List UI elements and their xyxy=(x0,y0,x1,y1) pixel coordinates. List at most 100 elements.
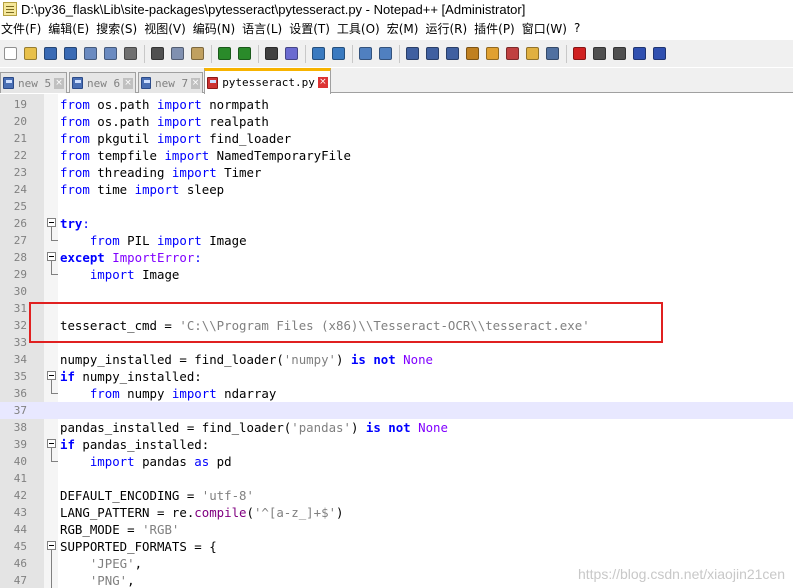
language-button[interactable] xyxy=(463,44,482,63)
code-token: pkgutil xyxy=(89,131,157,146)
show-all-chars-button[interactable] xyxy=(423,44,442,63)
save-all-button[interactable] xyxy=(61,44,80,63)
menu-item-12[interactable]: ? xyxy=(574,21,587,35)
save-macro-button[interactable] xyxy=(650,44,669,63)
code-line-35[interactable]: 35 if numpy_installed: xyxy=(0,368,793,385)
code-token: import xyxy=(89,267,135,282)
code-line-43[interactable]: 43 LANG_PATTERN = re.compile('^[a-z_]+$') xyxy=(0,504,793,521)
doc-map-button[interactable] xyxy=(483,44,502,63)
menu-item-5[interactable]: 语言(L) xyxy=(242,20,289,37)
code-line-25[interactable]: 25 xyxy=(0,198,793,215)
word-wrap-icon xyxy=(406,47,419,60)
sync-vertical-button[interactable] xyxy=(356,44,375,63)
cut-button[interactable] xyxy=(148,44,167,63)
zoom-out-button[interactable] xyxy=(329,44,348,63)
menu-item-7[interactable]: 工具(O) xyxy=(337,20,387,37)
fold-toggle-icon[interactable] xyxy=(47,252,56,261)
sync-horizontal-button[interactable] xyxy=(376,44,395,63)
code-line-21[interactable]: 21 from pkgutil import find_loader xyxy=(0,130,793,147)
save-button[interactable] xyxy=(41,44,60,63)
code-editor[interactable]: 19 from os.path import normpath 20 from os.… xyxy=(0,94,793,588)
code-line-19[interactable]: 19 from os.path import normpath xyxy=(0,96,793,113)
code-line-27[interactable]: 27 from PIL import Image xyxy=(0,232,793,249)
fold-toggle-icon[interactable] xyxy=(47,371,56,380)
toolbar-separator xyxy=(352,44,353,63)
code-line-45[interactable]: 45 SUPPORTED_FORMATS = { xyxy=(0,538,793,555)
code-line-40[interactable]: 40 import pandas as pd xyxy=(0,453,793,470)
open-file-button[interactable] xyxy=(21,44,40,63)
close-all-button[interactable] xyxy=(101,44,120,63)
stop-record-button[interactable] xyxy=(590,44,609,63)
paste-button[interactable] xyxy=(188,44,207,63)
menu-item-3[interactable]: 视图(V) xyxy=(144,20,193,37)
new-file-button[interactable] xyxy=(1,44,20,63)
menu-item-1[interactable]: 编辑(E) xyxy=(48,20,96,37)
saved-file-icon xyxy=(141,77,152,89)
copy-button[interactable] xyxy=(168,44,187,63)
function-list-button[interactable] xyxy=(503,44,522,63)
code-line-36[interactable]: 36 from numpy import ndarray xyxy=(0,385,793,402)
code-text: if numpy_installed: xyxy=(60,368,202,385)
code-line-37[interactable]: 37 xyxy=(0,402,793,419)
code-line-22[interactable]: 22 from tempfile import NamedTemporaryFil… xyxy=(0,147,793,164)
code-line-30[interactable]: 30 xyxy=(0,283,793,300)
play-multiple-button[interactable] xyxy=(630,44,649,63)
print-button[interactable] xyxy=(121,44,140,63)
tab-label: new 6 xyxy=(86,76,121,90)
code-line-23[interactable]: 23 from threading import Timer xyxy=(0,164,793,181)
code-line-38[interactable]: 38 pandas_installed = find_loader('pandas… xyxy=(0,419,793,436)
tab-close-icon[interactable]: × xyxy=(54,77,64,89)
record-macro-button[interactable] xyxy=(570,44,589,63)
code-token: pandas xyxy=(134,454,195,469)
tab-new-5[interactable]: new 5 × xyxy=(0,72,67,93)
code-line-29[interactable]: 29 import Image xyxy=(0,266,793,283)
replace-button[interactable] xyxy=(282,44,301,63)
menu-item-0[interactable]: 文件(F) xyxy=(0,20,48,37)
monitor-button[interactable] xyxy=(543,44,562,63)
menu-item-8[interactable]: 宏(M) xyxy=(387,20,426,37)
find-button[interactable] xyxy=(262,44,281,63)
fold-toggle-icon[interactable] xyxy=(47,541,56,550)
code-line-24[interactable]: 24 from time import sleep xyxy=(0,181,793,198)
fold-toggle-icon[interactable] xyxy=(47,439,56,448)
undo-button[interactable] xyxy=(215,44,234,63)
code-token: from xyxy=(60,114,90,129)
tab-close-icon[interactable]: × xyxy=(191,77,200,89)
code-token: 'numpy' xyxy=(283,352,337,367)
code-token: pandas_installed: xyxy=(74,437,210,452)
menu-item-10[interactable]: 插件(P) xyxy=(474,20,522,37)
tab-close-icon[interactable]: × xyxy=(317,77,328,88)
code-line-20[interactable]: 20 from os.path import realpath xyxy=(0,113,793,130)
code-token: except xyxy=(60,250,105,265)
close-button[interactable] xyxy=(81,44,100,63)
code-line-28[interactable]: 28 except ImportError: xyxy=(0,249,793,266)
tab-new-6[interactable]: new 6 × xyxy=(69,72,136,93)
menu-item-6[interactable]: 设置(T) xyxy=(289,20,337,37)
tab-new-7[interactable]: new 7 × xyxy=(138,72,203,93)
code-line-39[interactable]: 39 if pandas_installed: xyxy=(0,436,793,453)
indent-guide-button[interactable] xyxy=(443,44,462,63)
redo-button[interactable] xyxy=(235,44,254,63)
tab-pytesseract-py[interactable]: pytesseract.py × xyxy=(204,68,331,94)
word-wrap-button[interactable] xyxy=(403,44,422,63)
code-line-41[interactable]: 41 xyxy=(0,470,793,487)
tab-close-icon[interactable]: × xyxy=(123,77,133,89)
code-line-42[interactable]: 42 DEFAULT_ENCODING = 'utf-8' xyxy=(0,487,793,504)
menu-item-11[interactable]: 窗口(W) xyxy=(522,20,574,37)
play-macro-button[interactable] xyxy=(610,44,629,63)
folder-workspace-button[interactable] xyxy=(523,44,542,63)
line-number: 38 xyxy=(13,421,27,434)
menu-item-4[interactable]: 编码(N) xyxy=(193,20,242,37)
menu-item-9[interactable]: 运行(R) xyxy=(425,20,474,37)
code-token: is not xyxy=(365,420,411,435)
menu-item-2[interactable]: 搜索(S) xyxy=(96,20,144,37)
code-line-34[interactable]: 34 numpy_installed = find_loader('numpy')… xyxy=(0,351,793,368)
code-line-44[interactable]: 44 RGB_MODE = 'RGB' xyxy=(0,521,793,538)
code-token: if xyxy=(60,369,75,384)
code-token: import xyxy=(157,233,202,248)
code-token: , xyxy=(127,573,135,588)
code-line-26[interactable]: 26 try: xyxy=(0,215,793,232)
fold-toggle-icon[interactable] xyxy=(47,218,56,227)
zoom-in-button[interactable] xyxy=(309,44,328,63)
